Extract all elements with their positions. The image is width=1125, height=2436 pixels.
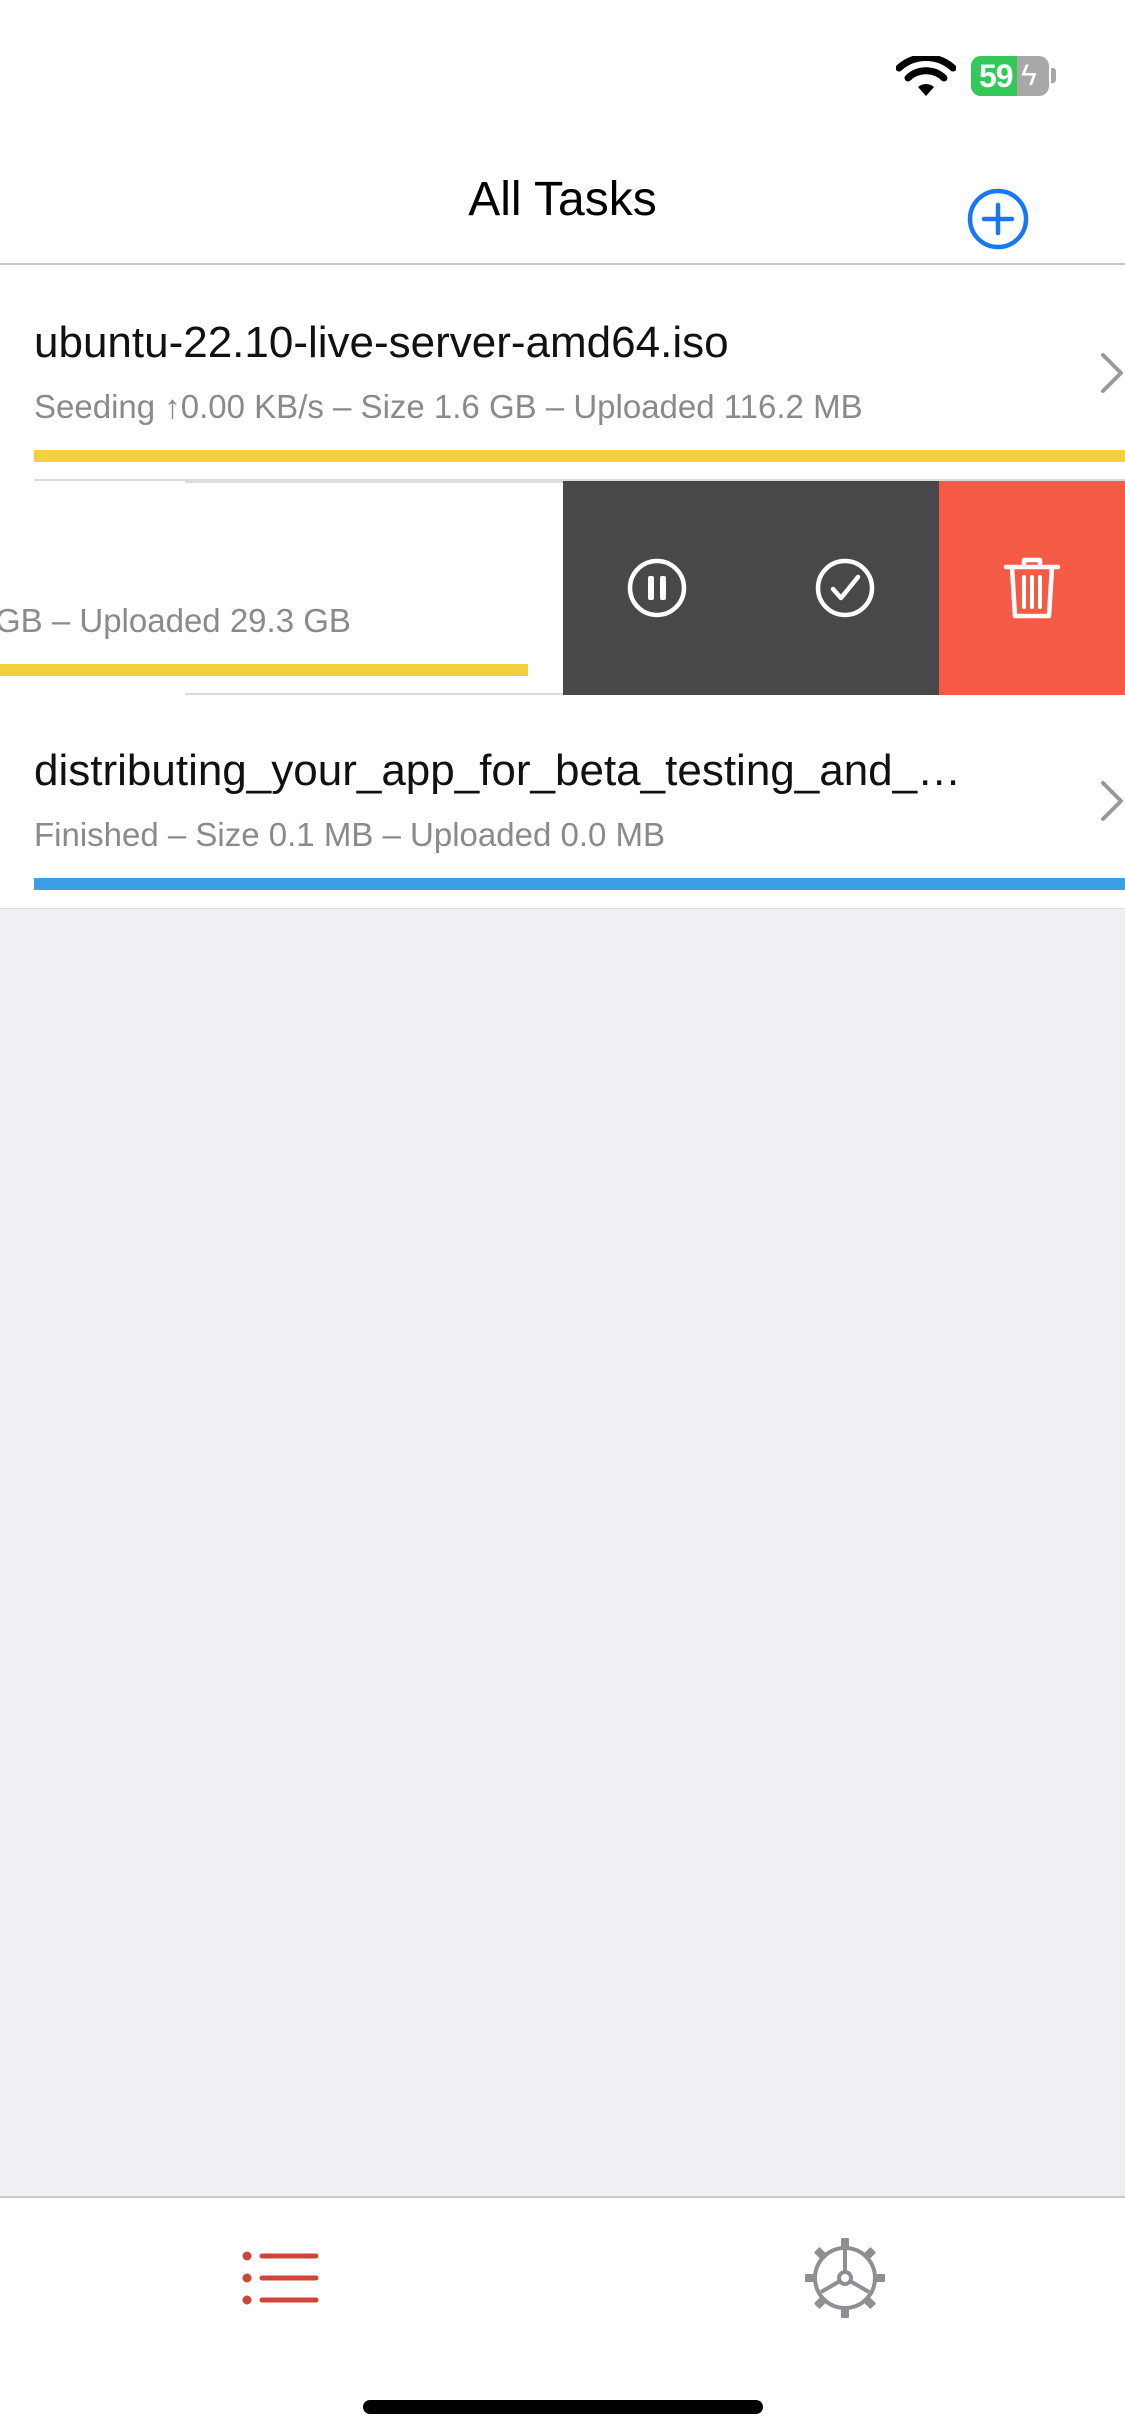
swipe-actions: [563, 481, 1125, 695]
progress-bar: [34, 450, 1125, 462]
pause-circle-icon: [627, 558, 687, 618]
status-bar: 59 ϟ: [0, 0, 1125, 140]
list-icon: [242, 2251, 319, 2305]
chevron-right-icon: [1101, 781, 1123, 821]
page-title: All Tasks: [468, 173, 657, 226]
trash-icon: [1003, 557, 1061, 619]
task-content: distributing_your_app_for_beta_testing_a…: [34, 695, 1125, 909]
task-status: Finished – Size 0.1 MB – Uploaded 0.0 MB: [34, 816, 666, 853]
battery-indicator: 59 ϟ: [971, 56, 1049, 96]
progress-bar: [0, 664, 528, 676]
navigation-bar: All Tasks: [0, 140, 1125, 265]
add-task-button[interactable]: [966, 187, 1030, 251]
task-list: ubuntu-22.10-live-server-amd64.iso Seedi…: [0, 267, 1125, 911]
verify-task-button[interactable]: [751, 481, 939, 695]
task-row-swiped[interactable]: GB – Uploaded 29.3 GB: [0, 481, 1125, 695]
task-content: ubuntu-22.10-live-server-amd64.iso Seedi…: [34, 267, 1125, 481]
wifi-icon: [896, 56, 956, 96]
task-row[interactable]: distributing_your_app_for_beta_testing_a…: [0, 695, 1125, 909]
charging-bolt-icon: ϟ: [1021, 59, 1037, 92]
task-name: ubuntu-22.10-live-server-amd64.iso: [34, 318, 729, 367]
home-indicator: [363, 2400, 763, 2414]
battery-percent: 59: [979, 58, 1014, 94]
task-content: GB – Uploaded 29.3 GB: [0, 481, 531, 695]
tab-settings[interactable]: [795, 2228, 895, 2328]
gear-icon: [805, 2238, 885, 2318]
task-status: GB – Uploaded 29.3 GB: [0, 602, 351, 639]
app-screen: 59 ϟ All Tasks ubuntu-22.10-live-server-…: [0, 0, 1125, 2436]
checkmark-circle-icon: [815, 558, 875, 618]
delete-task-button[interactable]: [939, 481, 1125, 695]
pause-task-button[interactable]: [563, 481, 751, 695]
task-name: distributing_your_app_for_beta_testing_a…: [34, 746, 962, 795]
task-row[interactable]: ubuntu-22.10-live-server-amd64.iso Seedi…: [0, 267, 1125, 481]
battery-cap: [1051, 68, 1056, 83]
progress-bar: [34, 878, 1125, 890]
task-status: Seeding ↑0.00 KB/s – Size 1.6 GB – Uploa…: [34, 388, 863, 425]
empty-list-area: [0, 909, 1125, 2196]
plus-circle-icon: [967, 188, 1029, 250]
chevron-right-icon: [1101, 353, 1123, 393]
tab-tasks[interactable]: [230, 2228, 330, 2328]
